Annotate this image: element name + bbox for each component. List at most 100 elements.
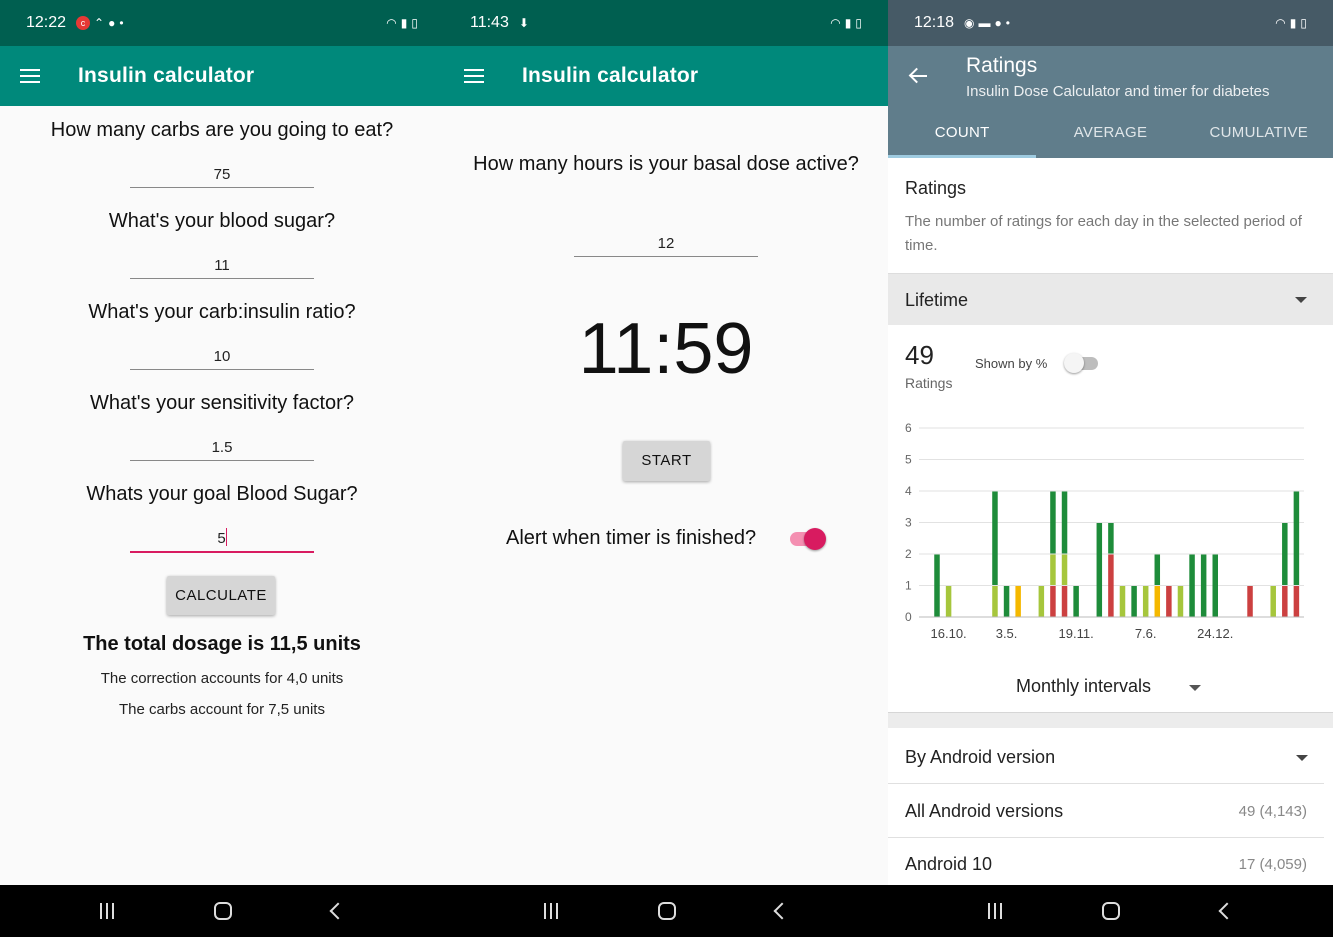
text-caret [225, 528, 227, 546]
chart-bar-segment [1073, 586, 1079, 617]
back-icon[interactable] [1218, 902, 1236, 920]
by-version-label: By Android version [905, 746, 1056, 767]
chart-bar-segment [1015, 586, 1021, 617]
chart-bar-segment [1050, 586, 1056, 617]
chart-bar-segment [1061, 491, 1068, 554]
y-tick-label: 4 [905, 484, 912, 498]
back-arrow-icon[interactable] [908, 66, 928, 86]
notification-icon: c [76, 16, 91, 30]
alert-label: Alert when timer is finished? [506, 527, 757, 549]
tab-average[interactable]: AVERAGE [1036, 118, 1184, 158]
chart-bar-segment [1189, 554, 1195, 617]
app-title: Insulin calculator [78, 64, 255, 87]
ratings-header: Ratings Insulin Dose Calculator and time… [888, 46, 1333, 158]
menu-icon[interactable] [464, 69, 484, 83]
chart-bar-segment [1247, 586, 1253, 617]
chart-bar-segment [1282, 586, 1288, 617]
hours-input[interactable]: 12 [574, 235, 758, 257]
download-icon: ⬇ [518, 16, 529, 30]
y-tick-label: 2 [905, 547, 912, 561]
more-notifications-icon: • [119, 16, 124, 30]
version-label: Android 10 [905, 854, 993, 874]
tab-cumulative[interactable]: CUMULATIVE [1185, 118, 1333, 158]
goal-question: Whats your goal Blood Sugar? [86, 483, 358, 505]
back-icon[interactable] [329, 902, 347, 920]
section-title: Ratings [905, 178, 967, 198]
recent-apps-icon[interactable] [544, 903, 558, 919]
chart-bar-segment [1154, 586, 1161, 617]
ratings-chart: 0 1 2 3 4 5 6 16.10. 3.5. 19.11. 7.6. 24.12. [905, 421, 1304, 641]
intervals-dropdown[interactable]: Monthly intervals [1016, 676, 1201, 697]
start-button[interactable]: START [623, 441, 710, 481]
toggle-thumb [804, 528, 826, 550]
location-icon: ◉ [964, 16, 975, 30]
menu-icon[interactable] [20, 69, 40, 83]
page-title: Ratings [966, 54, 1038, 77]
chart-bar-segment [1061, 586, 1068, 617]
signal-icon: ▮ [400, 16, 408, 30]
blood-sugar-input[interactable]: 11 [130, 257, 314, 279]
home-icon[interactable] [1102, 902, 1121, 920]
media-icon: ▬ [978, 16, 991, 30]
x-tick-label: 7.6. [1135, 626, 1157, 641]
chart-bar-segment [1003, 586, 1010, 617]
status-icons: ◠ ▮ ▯ [830, 16, 862, 30]
chart-bar-segment [1212, 554, 1218, 617]
chart-bar-segment [1038, 586, 1045, 617]
signal-icon: ▮ [1289, 16, 1297, 30]
chart-bar-segment [1293, 586, 1300, 617]
period-dropdown[interactable]: Lifetime [888, 273, 1333, 325]
goal-input[interactable]: 5 [130, 528, 314, 553]
chart-bar-segment [945, 586, 952, 617]
recent-apps-icon[interactable] [100, 903, 114, 919]
chart-bar-segment [1108, 523, 1114, 554]
version-count: 17 (4,059) [1238, 856, 1307, 873]
ratio-input[interactable]: 10 [130, 348, 314, 370]
dropdown-arrow-icon [1295, 297, 1307, 303]
more-notifications-icon: • [1005, 16, 1010, 30]
alert-toggle[interactable] [790, 528, 826, 550]
basal-timer-screen: 11:43 ⬇ ◠ ▮ ▯ Insulin calculator How man… [444, 0, 888, 937]
signal-icon: ▮ [844, 16, 852, 30]
chart-bar-segment [1200, 554, 1207, 617]
y-tick-label: 0 [905, 610, 912, 624]
section-description: The number of ratings for each day in th… [905, 213, 1302, 254]
back-icon[interactable] [773, 902, 791, 920]
recent-apps-icon[interactable] [988, 903, 1003, 919]
navigation-bar [888, 885, 1333, 937]
app-title: Insulin calculator [522, 64, 699, 87]
y-tick-label: 1 [905, 579, 912, 593]
goal-value: 5 [217, 530, 226, 547]
percent-toggle[interactable] [1064, 353, 1098, 373]
calculate-button[interactable]: CALCULATE [167, 576, 275, 615]
toggle-thumb [1064, 353, 1084, 373]
chart-bar-segment [1270, 586, 1276, 617]
carbs-input[interactable]: 75 [130, 166, 314, 188]
chart-bar-segment [1050, 491, 1056, 554]
total-dosage: The total dosage is 11,5 units [83, 633, 361, 655]
chart-bar-segment [992, 491, 998, 585]
y-tick-label: 3 [905, 516, 912, 530]
shown-by-label: Shown by % [975, 356, 1048, 371]
section-divider [888, 712, 1333, 728]
x-tick-label: 24.12. [1197, 626, 1233, 641]
list-item[interactable]: Android 10 17 (4,059) [888, 838, 1324, 891]
carbs-text: The carbs account for 7,5 units [119, 701, 325, 718]
status-time: 12:18 [914, 14, 955, 31]
navigation-bar [444, 885, 888, 937]
chart-bar-segment [1119, 586, 1126, 617]
github-icon: ● [108, 16, 116, 30]
battery-icon: ▯ [1300, 16, 1307, 30]
home-icon[interactable] [214, 902, 232, 920]
chart-bar-segment [1177, 586, 1184, 617]
sensitivity-input[interactable]: 1.5 [130, 439, 314, 461]
x-tick-label: 16.10. [931, 626, 967, 641]
by-version-dropdown[interactable]: By Android version [888, 731, 1324, 784]
home-icon[interactable] [658, 902, 676, 920]
status-bar: 12:18 ◉ ▬ ● • ◠ ▮ ▯ [888, 0, 1333, 46]
intervals-value: Monthly intervals [1016, 676, 1152, 696]
list-item[interactable]: All Android versions 49 (4,143) [888, 785, 1324, 838]
period-value: Lifetime [905, 290, 969, 310]
tab-count[interactable]: COUNT [888, 118, 1037, 158]
chart-bar-segment [1050, 554, 1056, 585]
